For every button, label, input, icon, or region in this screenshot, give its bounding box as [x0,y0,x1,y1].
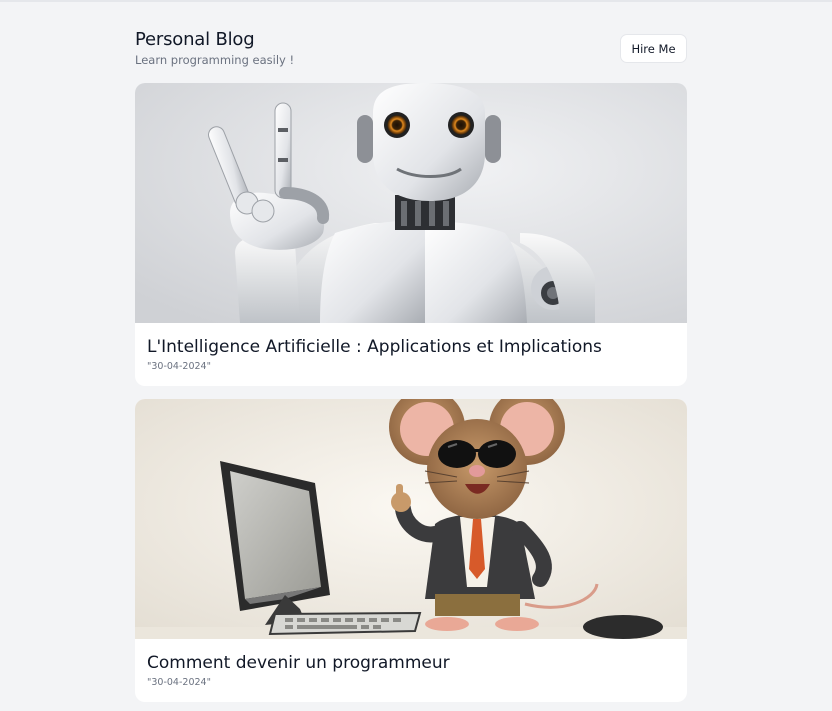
site-title[interactable]: Personal Blog [135,29,255,51]
post-title[interactable]: L'Intelligence Artificielle : Applicatio… [147,336,602,358]
site-subtitle: Learn programming easily ! [135,53,295,67]
hire-me-button[interactable]: Hire Me [620,34,687,63]
post-card[interactable]: Comment devenir un programmeur "30-04-20… [135,399,687,702]
post-date: "30-04-2024" [147,677,211,688]
site-header: Personal Blog Learn programming easily !… [135,0,687,83]
post-date: "30-04-2024" [147,361,211,372]
page-container: Personal Blog Learn programming easily !… [135,0,687,702]
post-title[interactable]: Comment devenir un programmeur [147,652,450,674]
mouse-programmer-image [135,399,687,639]
robot-image [135,83,687,323]
post-card[interactable]: L'Intelligence Artificielle : Applicatio… [135,83,687,386]
